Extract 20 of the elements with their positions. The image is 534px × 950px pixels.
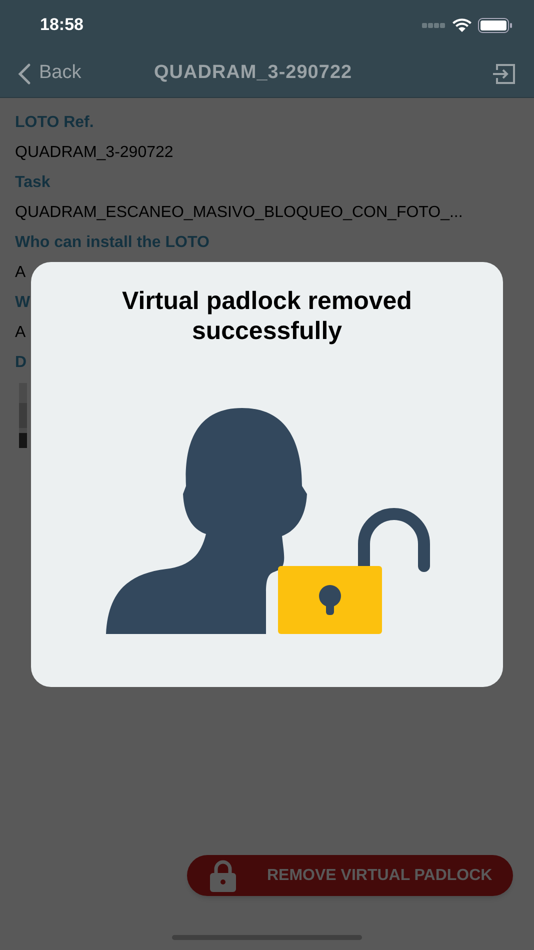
signal-icon [422, 22, 446, 28]
field-label: LOTO Ref. [15, 113, 94, 133]
nav-title: QUADRAM_3-290722 [154, 61, 352, 86]
lock-icon [209, 860, 237, 892]
field-value: A [15, 263, 26, 283]
battery-icon [478, 18, 512, 32]
chevron-left-icon [18, 62, 31, 84]
field-value: QUADRAM_ESCANEO_MASIVO_BLOQUEO_CON_FOTO_... [15, 203, 463, 223]
dialog-title: Virtual padlock removed successfully [121, 286, 413, 346]
field-value: QUADRAM_3-290722 [15, 143, 174, 163]
back-button[interactable]: Back [18, 59, 82, 88]
field-label: W [15, 293, 30, 313]
remove-padlock-button[interactable]: REMOVE VIRTUAL PADLOCK [187, 855, 513, 896]
exit-icon[interactable] [492, 62, 516, 84]
wifi-icon [452, 18, 472, 32]
field-label: Who can install the LOTO [15, 233, 210, 253]
field-label: Task [15, 173, 50, 193]
field-label: D [15, 353, 27, 373]
field-value: A [15, 323, 26, 343]
status-time: 18:58 [40, 14, 84, 36]
